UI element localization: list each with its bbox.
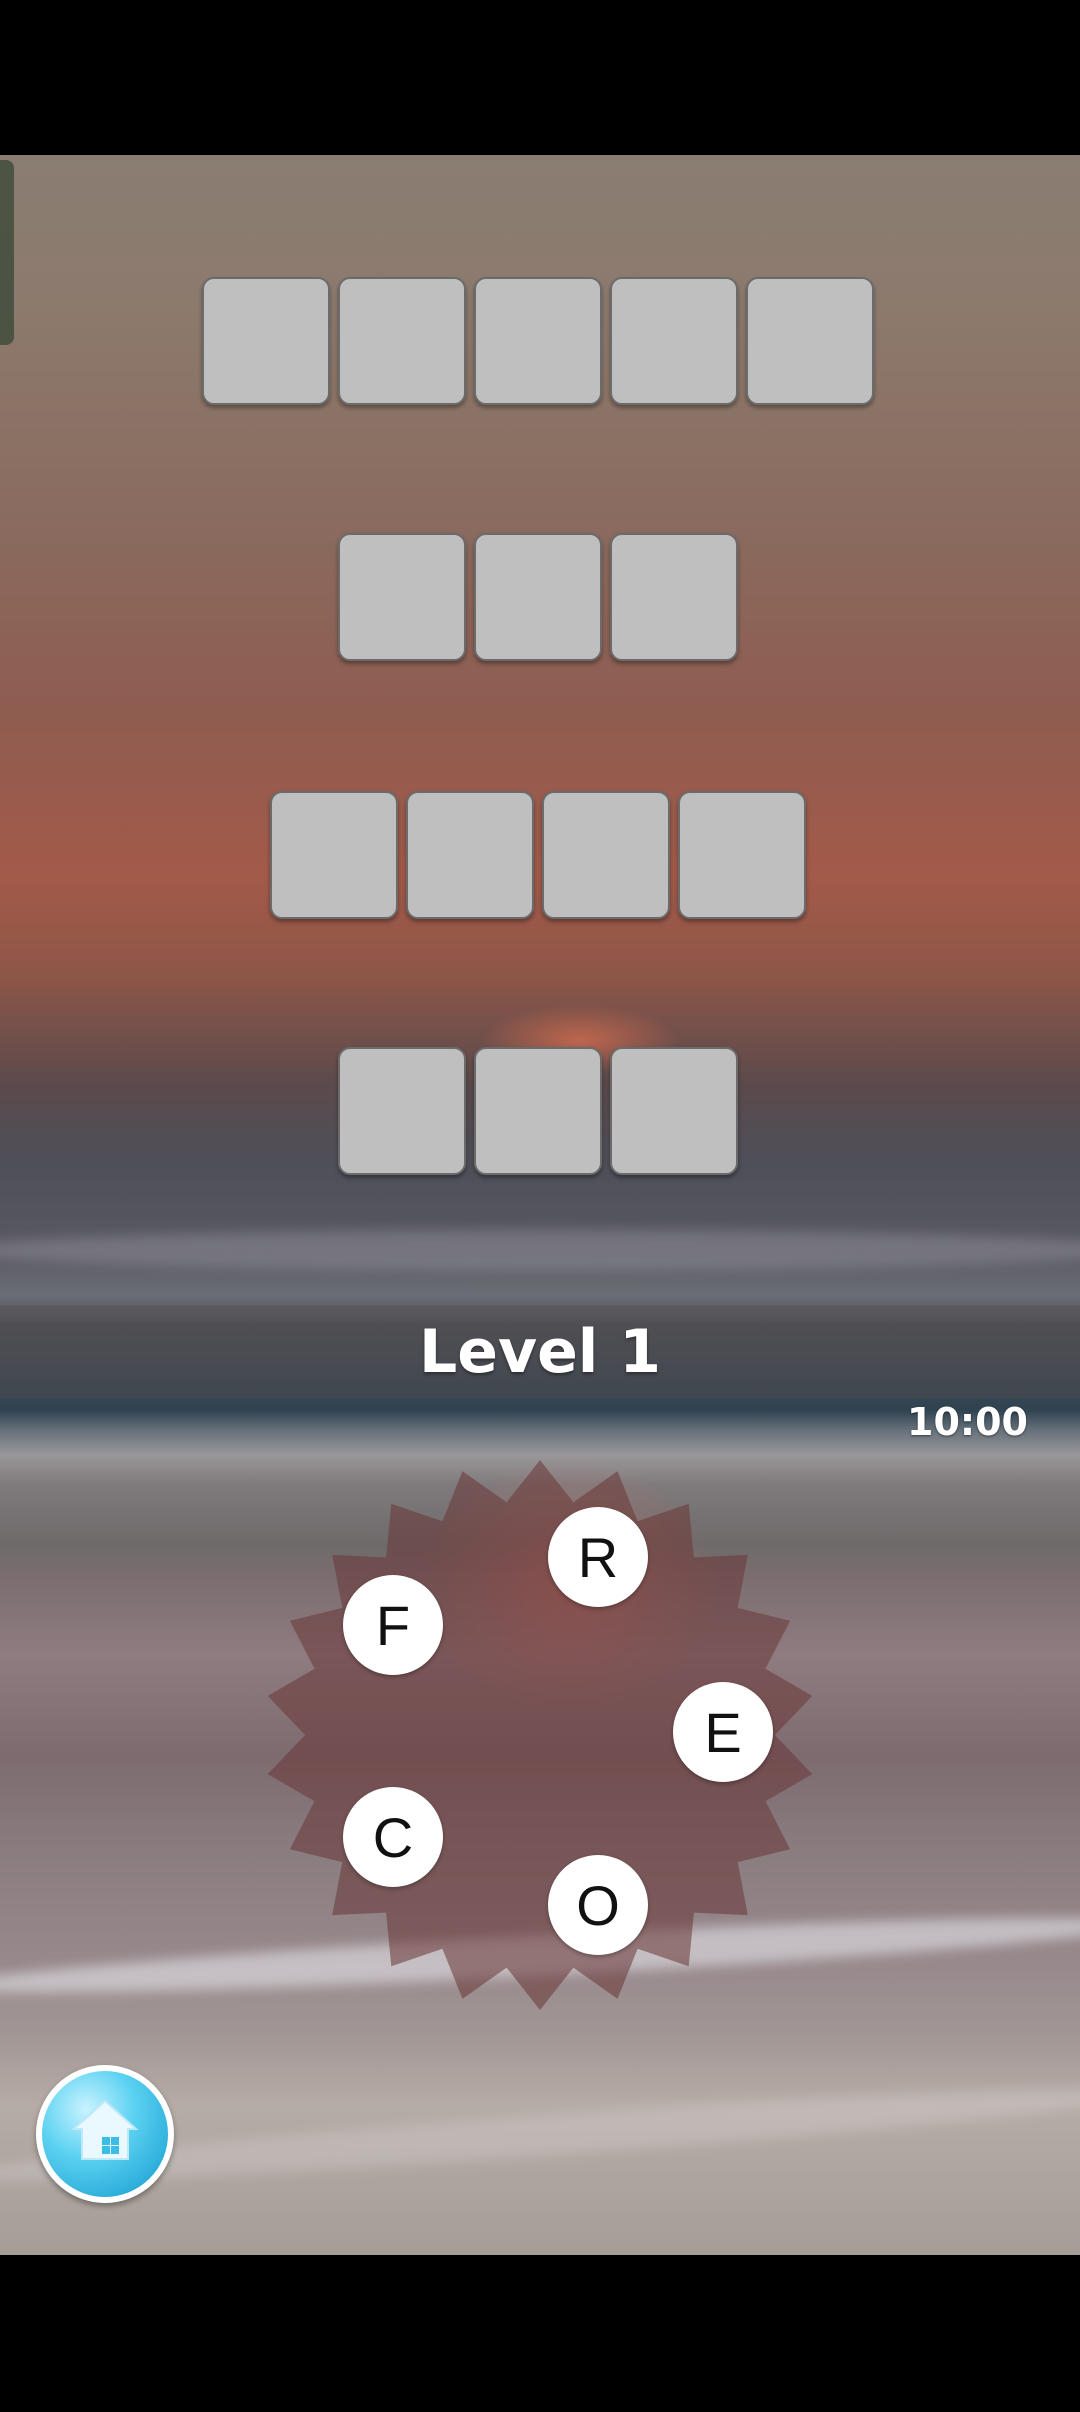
letter-c-button[interactable]: C [343,1787,443,1887]
letter-tile [678,791,806,919]
letter-tile [270,791,398,919]
letter-tile [610,277,738,405]
letter-tile [338,1047,466,1175]
letter-tile [474,533,602,661]
home-button[interactable] [36,2065,174,2203]
letter-tile [610,1047,738,1175]
word-row-2 [338,533,738,661]
word-row-1 [202,277,874,405]
word-row-3 [270,791,806,919]
letter-tile [474,1047,602,1175]
letter-tile [202,277,330,405]
letter-tile [406,791,534,919]
letter-tile [610,533,738,661]
letter-tile [746,277,874,405]
letter-tile [338,277,466,405]
letter-tile [338,533,466,661]
letter-tile [542,791,670,919]
home-icon [71,2099,139,2160]
timer: 10:00 [907,1400,1028,1444]
letter-o-button[interactable]: O [548,1855,648,1955]
word-row-4 [338,1047,738,1175]
letter-f-button[interactable]: F [343,1575,443,1675]
letter-e-button[interactable]: E [673,1682,773,1782]
side-panel-tab[interactable] [0,160,14,345]
level-title: Level 1 [419,1316,661,1387]
level-banner: Level 1 [0,1305,1080,1398]
wave-foam [0,1230,1080,1270]
letter-tile [474,277,602,405]
letter-r-button[interactable]: R [548,1507,648,1607]
